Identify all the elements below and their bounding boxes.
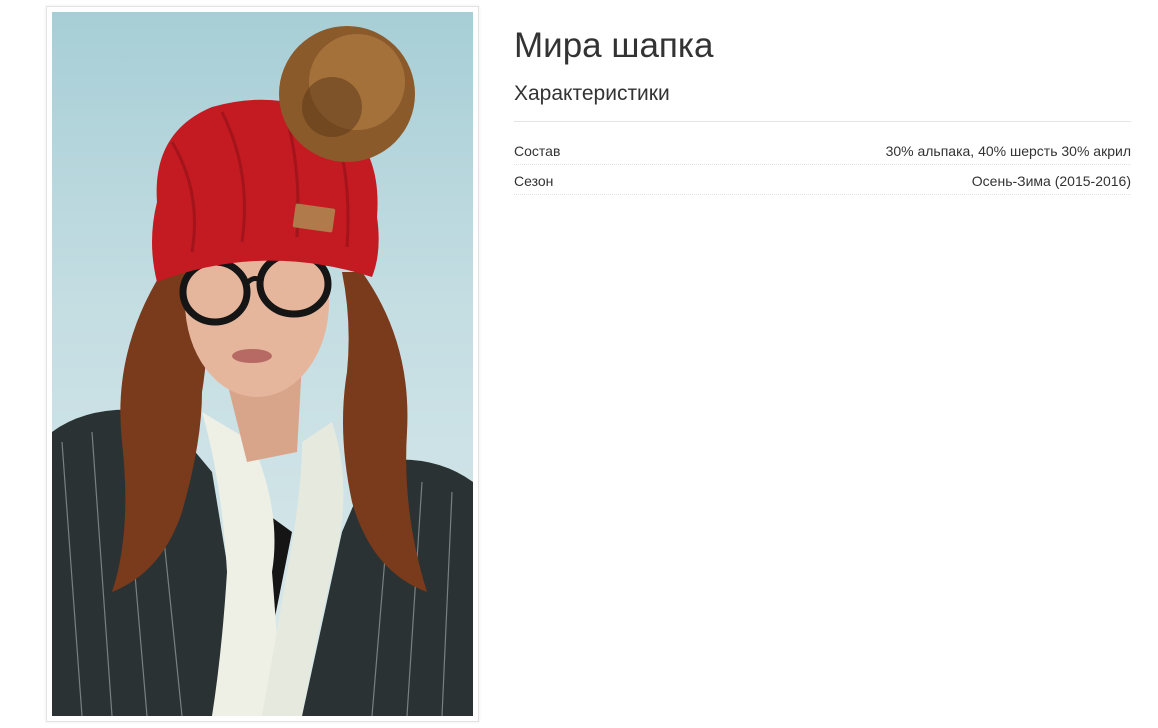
model-illustration (52, 26, 473, 716)
spec-label: Состав (514, 142, 561, 159)
spec-value: 30% альпака, 40% шерсть 30% акрил (885, 142, 1131, 159)
product-title: Мира шапка (514, 26, 714, 65)
spec-row-season: Сезон Осень-Зима (2015-2016) (514, 165, 1131, 195)
product-image-frame[interactable] (46, 6, 479, 722)
spec-value: Осень-Зима (2015-2016) (971, 172, 1131, 189)
spec-label: Сезон (514, 172, 554, 189)
characteristics-table: Состав 30% альпака, 40% шерсть 30% акрил… (514, 135, 1131, 195)
product-photo[interactable] (52, 12, 473, 716)
product-info: Мира шапка Характеристики Состав 30% аль… (514, 24, 1131, 195)
spec-row-composition: Состав 30% альпака, 40% шерсть 30% акрил (514, 135, 1131, 165)
characteristics-heading: Характеристики (514, 80, 1131, 122)
